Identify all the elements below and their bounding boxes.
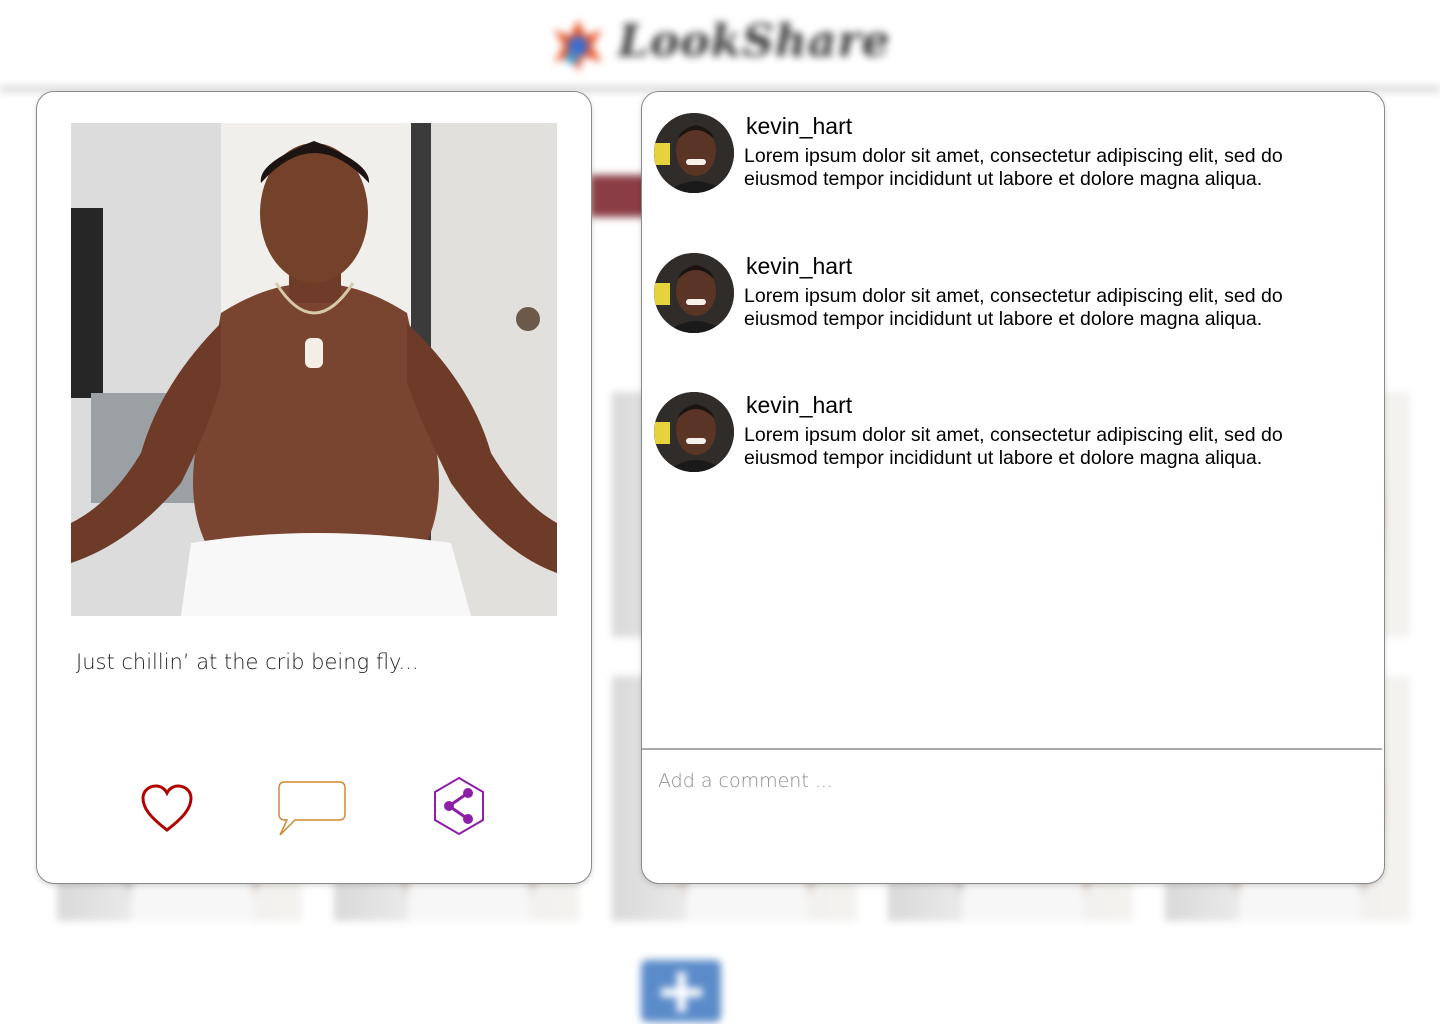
avatar[interactable] (654, 392, 734, 472)
logo-icon (554, 20, 602, 72)
speech-bubble-icon[interactable] (277, 780, 349, 840)
add-post-button[interactable] (641, 960, 721, 1022)
heart-icon[interactable] (140, 784, 194, 834)
comment-username[interactable]: kevin_hart (746, 113, 852, 140)
comment-username[interactable]: kevin_hart (746, 253, 852, 280)
comment-username[interactable]: kevin_hart (746, 392, 852, 419)
comment-input-divider (642, 748, 1382, 750)
comment-input[interactable] (656, 760, 1360, 802)
avatar[interactable] (654, 113, 734, 193)
post-card: Just chillin’ at the crib being fly... (36, 91, 592, 884)
comment-text: Lorem ipsum dolor sit amet, consectetur … (744, 145, 1283, 190)
comment-text: Lorem ipsum dolor sit amet, consectetur … (744, 285, 1283, 330)
app-logo-text: LookShare (618, 16, 891, 67)
share-icon[interactable] (431, 776, 487, 836)
page: LookShare Just chillin’ at the crib bein… (0, 0, 1440, 1024)
post-caption: Just chillin’ at the crib being fly... (76, 650, 419, 674)
comments-panel: kevin_hart Lorem ipsum dolor sit amet, c… (641, 91, 1385, 884)
avatar[interactable] (654, 253, 734, 333)
comment-text: Lorem ipsum dolor sit amet, consectetur … (744, 424, 1283, 469)
post-photo (71, 123, 557, 616)
